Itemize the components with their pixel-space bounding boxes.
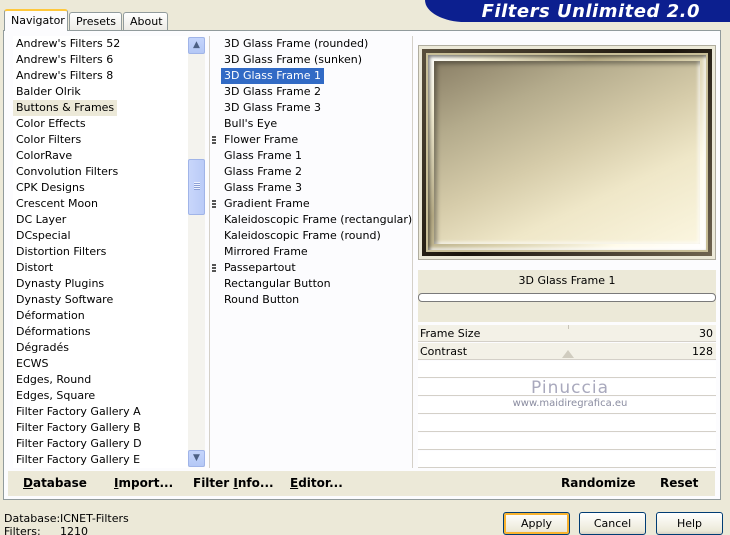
scroll-down-button[interactable]: ▼ xyxy=(188,450,205,467)
watermark: Pinuccia www.maidiregrafica.eu xyxy=(440,378,700,409)
slider-marker xyxy=(562,350,574,358)
grip-icon xyxy=(194,182,200,190)
list-item[interactable]: Andrew's Filters 8 xyxy=(13,68,116,84)
tab-about[interactable]: About xyxy=(123,12,168,30)
list-item[interactable]: Filter Factory Gallery D xyxy=(13,436,145,452)
list-item[interactable]: Filter Factory Gallery B xyxy=(13,420,144,436)
group-expand-icon[interactable] xyxy=(212,200,216,209)
watermark-name: Pinuccia xyxy=(531,378,609,398)
tab-presets[interactable]: Presets xyxy=(69,12,122,30)
filter-info-button[interactable]: Filter Info... xyxy=(193,476,274,490)
list-item[interactable]: Bull's Eye xyxy=(221,116,280,132)
param-value: 128 xyxy=(692,345,713,358)
database-value: ICNET-Filters xyxy=(60,512,129,525)
list-item[interactable]: Kaleidoscopic Frame (round) xyxy=(221,228,384,244)
chevron-down-icon: ▼ xyxy=(193,453,200,463)
list-item[interactable]: Dégradés xyxy=(13,340,72,356)
param-contrast[interactable]: Contrast 128 xyxy=(418,343,716,360)
param-frame-size[interactable]: Frame Size 30 xyxy=(418,325,716,342)
param-empty[interactable] xyxy=(418,415,716,432)
list-item[interactable]: 3D Glass Frame 3 xyxy=(221,100,324,116)
list-item[interactable]: Andrew's Filters 52 xyxy=(13,36,123,52)
watermark-url: www.maidiregrafica.eu xyxy=(512,398,628,409)
app-title: Filters Unlimited 2.0 xyxy=(481,1,700,22)
database-button[interactable]: Database xyxy=(23,476,87,490)
list-item[interactable]: Glass Frame 1 xyxy=(221,148,305,164)
list-item[interactable]: Flower Frame xyxy=(212,132,301,148)
group-expand-icon[interactable] xyxy=(212,264,216,273)
param-empty[interactable] xyxy=(418,433,716,450)
list-item[interactable]: Balder Olrik xyxy=(13,84,84,100)
scroll-up-button[interactable]: ▲ xyxy=(188,37,205,54)
param-empty[interactable] xyxy=(418,451,716,468)
category-list[interactable]: Andrew's Filters 52 Andrew's Filters 6 And… xyxy=(13,36,188,468)
list-item[interactable]: Buttons & Frames xyxy=(13,100,118,116)
list-item[interactable]: Edges, Round xyxy=(13,372,94,388)
list-item[interactable]: Déformations xyxy=(13,324,93,340)
database-label: Database: xyxy=(4,512,61,525)
list-item[interactable]: ColorRave xyxy=(13,148,75,164)
list-item[interactable]: DCspecial xyxy=(13,228,74,244)
list-item[interactable]: Round Button xyxy=(221,292,302,308)
list-item[interactable]: Filter Factory Gallery E xyxy=(13,452,143,468)
filter-title-strip: 3D Glass Frame 1 xyxy=(418,270,716,322)
list-item[interactable]: Color Effects xyxy=(13,116,89,132)
list-item[interactable]: Distortion Filters xyxy=(13,244,109,260)
preview-image xyxy=(422,49,712,256)
status-info: Database:ICNET-Filters Filters: 1210 xyxy=(4,512,129,535)
title-banner: Filters Unlimited 2.0 xyxy=(425,0,730,22)
list-item[interactable]: Convolution Filters xyxy=(13,164,121,180)
param-label: Contrast xyxy=(420,345,468,358)
list-item[interactable]: Distort xyxy=(13,260,56,276)
list-item[interactable]: 3D Glass Frame (rounded) xyxy=(221,36,371,52)
list-item[interactable]: CPK Designs xyxy=(13,180,88,196)
progress-bar xyxy=(418,293,716,302)
filter-list[interactable]: 3D Glass Frame (rounded) 3D Glass Frame (… xyxy=(212,36,412,468)
param-label: Frame Size xyxy=(420,327,481,340)
list-item[interactable]: Kaleidoscopic Frame (rectangular) xyxy=(221,212,415,228)
import-button[interactable]: Import... xyxy=(114,476,173,490)
help-button[interactable]: Help xyxy=(656,512,723,535)
filters-label: Filters: xyxy=(4,525,41,535)
list-item[interactable]: Filter Factory Gallery A xyxy=(13,404,144,420)
list-item[interactable]: Gradient Frame xyxy=(212,196,313,212)
bottom-toolbar: Database Import... Filter Info... Editor… xyxy=(8,471,715,496)
list-item[interactable]: Déformation xyxy=(13,308,88,324)
list-item[interactable]: Color Filters xyxy=(13,132,84,148)
list-item[interactable]: Edges, Square xyxy=(13,388,98,404)
group-expand-icon[interactable] xyxy=(212,136,216,145)
cancel-button[interactable]: Cancel xyxy=(579,512,646,535)
list-item[interactable]: 3D Glass Frame 1 xyxy=(221,68,325,84)
divider xyxy=(209,36,210,468)
list-item[interactable]: DC Layer xyxy=(13,212,69,228)
list-item[interactable]: Dynasty Plugins xyxy=(13,276,107,292)
reset-button[interactable]: Reset xyxy=(660,476,698,490)
scroll-thumb[interactable] xyxy=(188,159,205,215)
param-empty[interactable] xyxy=(418,361,716,378)
randomize-button[interactable]: Randomize xyxy=(561,476,635,490)
chevron-up-icon: ▲ xyxy=(193,40,200,50)
category-scrollbar[interactable]: ▲ ▼ xyxy=(188,37,205,467)
list-item[interactable]: Dynasty Software xyxy=(13,292,116,308)
list-item[interactable]: ECWS xyxy=(13,356,52,372)
preview-area xyxy=(418,45,716,260)
list-item[interactable]: Glass Frame 3 xyxy=(221,180,305,196)
filters-count: 1210 xyxy=(60,525,88,535)
apply-button[interactable]: Apply xyxy=(503,512,570,535)
list-item[interactable]: Andrew's Filters 6 xyxy=(13,52,116,68)
list-item[interactable]: Crescent Moon xyxy=(13,196,101,212)
editor-button[interactable]: Editor... xyxy=(290,476,343,490)
list-item[interactable]: Glass Frame 2 xyxy=(221,164,305,180)
list-item[interactable]: 3D Glass Frame (sunken) xyxy=(221,52,365,68)
selected-filter-name: 3D Glass Frame 1 xyxy=(518,274,616,287)
list-item[interactable]: Mirrored Frame xyxy=(221,244,311,260)
list-item[interactable]: 3D Glass Frame 2 xyxy=(221,84,324,100)
param-value: 30 xyxy=(699,327,713,340)
tab-navigator[interactable]: Navigator xyxy=(4,9,68,31)
list-item[interactable]: Passepartout xyxy=(212,260,299,276)
divider xyxy=(412,36,413,468)
list-item[interactable]: Rectangular Button xyxy=(221,276,334,292)
